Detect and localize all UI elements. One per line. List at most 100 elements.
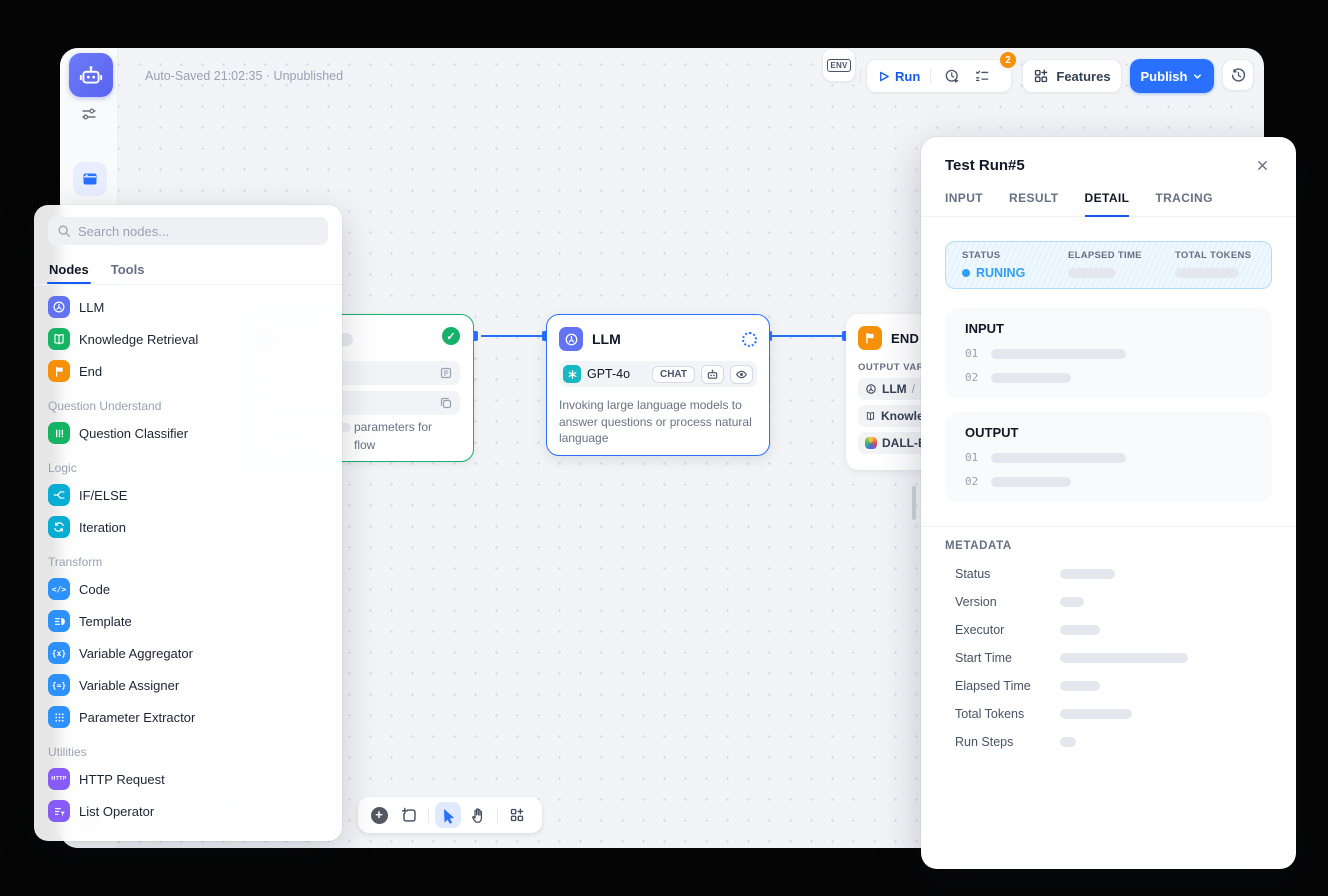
skeleton [1060,625,1100,635]
toolbar-divider [428,808,429,823]
window-icon [81,170,99,188]
organize-icon [509,807,525,823]
llm-node[interactable]: LLM GPT-4o CHAT Invoking large language … [546,314,770,456]
variable-assigner-icon: {=} [48,674,70,696]
canvas-scrollbar[interactable] [912,486,916,520]
list-filter-icon [48,800,70,822]
code-icon: </> [48,578,70,600]
skeleton [1060,681,1100,691]
parameter-extractor-icon [48,706,70,728]
hand-tool-button[interactable] [465,802,491,828]
variable-source: LLM [882,382,907,396]
node-item-template[interactable]: Template [34,605,342,637]
tab-nodes[interactable]: Nodes [49,255,89,284]
search-input[interactable]: Search nodes... [48,217,328,245]
canvas-toolbar: + [358,797,542,833]
robot-icon [701,365,724,384]
tab-detail[interactable]: DETAIL [1085,191,1130,216]
run-history-button[interactable] [941,65,963,87]
note-add-icon [401,807,418,824]
model-name: GPT-4o [587,367,646,381]
history-icon [1230,67,1247,84]
openai-icon [563,365,581,383]
variable-source: DALL-E [882,436,926,450]
node-item-variable-assigner[interactable]: {=} Variable Assigner [34,669,342,701]
node-item-end[interactable]: End [34,355,342,387]
total-tokens-label: TOTAL TOKENS [1175,250,1251,261]
eye-icon [730,365,753,384]
node-item-http-request[interactable]: HTTP HTTP Request [34,763,342,795]
features-button[interactable]: Features [1022,59,1122,93]
play-icon [877,70,890,83]
dalle-icon [865,437,877,449]
node-item-code[interactable]: </> Code [34,573,342,605]
loop-icon [48,516,70,538]
close-button[interactable] [1252,155,1272,175]
run-panel-tabs: INPUT RESULT DETAIL TRACING [921,191,1296,217]
env-button[interactable]: ENV [822,48,856,82]
output-card: OUTPUT 01 02 [945,412,1272,502]
node-item-knowledge-retrieval[interactable]: Knowledge Retrieval [34,323,342,355]
node-item-variable-aggregator[interactable]: {x} Variable Aggregator [34,637,342,669]
line-number: 01 [965,451,978,464]
skeleton [1060,709,1132,719]
skeleton [991,349,1126,359]
status-label: STATUS [962,250,1068,261]
node-item-question-classifier[interactable]: Question Classifier [34,417,342,449]
loading-spinner-icon [742,332,757,347]
slash: / [912,382,915,396]
node-search-panel: Search nodes... Nodes Tools LLM Knowledg… [34,205,342,841]
node-item-llm[interactable]: LLM [34,291,342,323]
node-item-if-else[interactable]: IF/ELSE [34,479,342,511]
metadata-row: Version [945,588,1272,616]
tab-tracing[interactable]: TRACING [1155,191,1212,216]
pointer-tool-button[interactable] [435,802,461,828]
skeleton [991,373,1071,383]
metadata-row: Run Steps [945,728,1272,756]
env-icon: ENV [827,59,850,72]
metadata-row: Total Tokens [945,700,1272,728]
checklist-icon [974,68,990,84]
skeleton [1060,737,1076,747]
line-number: 01 [965,347,978,360]
node-item-iteration[interactable]: Iteration [34,511,342,543]
add-note-button[interactable] [396,802,422,828]
autosave-status: Auto-Saved 21:02:35 · Unpublished [145,69,343,83]
version-history-button[interactable] [1222,59,1254,91]
publish-button[interactable]: Publish [1130,59,1214,93]
success-check-icon: ✓ [442,327,460,345]
start-node-description: parameters for [354,418,432,436]
line-number: 02 [965,475,978,488]
status-value: RUNING [962,266,1068,280]
organize-nodes-button[interactable] [504,802,530,828]
preferences-button[interactable] [80,105,98,123]
node-item-parameter-extractor[interactable]: Parameter Extractor [34,701,342,733]
tab-tools[interactable]: Tools [111,255,145,284]
end-flag-icon [858,326,882,350]
run-button[interactable]: Run [877,69,920,84]
output-title: OUTPUT [965,425,1252,440]
llm-node-title: LLM [592,331,733,347]
preview-panel-button[interactable] [73,162,107,196]
llm-icon [559,327,583,351]
features-label: Features [1056,69,1110,84]
app-logo[interactable] [69,53,113,97]
checklist-button[interactable] [971,65,993,87]
chat-mode-badge: CHAT [652,366,695,383]
tab-result[interactable]: RESULT [1009,191,1059,216]
status-card: STATUS RUNING ELAPSED TIME TOTAL TOKENS [945,241,1272,289]
node-group-title: Utilities [34,741,342,763]
input-card: INPUT 01 02 [945,308,1272,398]
paragraph-icon [439,366,453,380]
copy-icon [439,396,453,410]
metadata-list: Status Version Executor Start Time Elaps… [945,560,1272,756]
skeleton [1060,569,1115,579]
node-item-list-operator[interactable]: List Operator [34,795,342,827]
branch-icon [48,484,70,506]
knowledge-ref-icon [865,410,876,422]
tab-input[interactable]: INPUT [945,191,983,216]
add-node-button[interactable]: + [366,802,392,828]
skeleton [991,477,1071,487]
skeleton [1175,268,1239,278]
model-selector[interactable]: GPT-4o CHAT [559,361,757,387]
